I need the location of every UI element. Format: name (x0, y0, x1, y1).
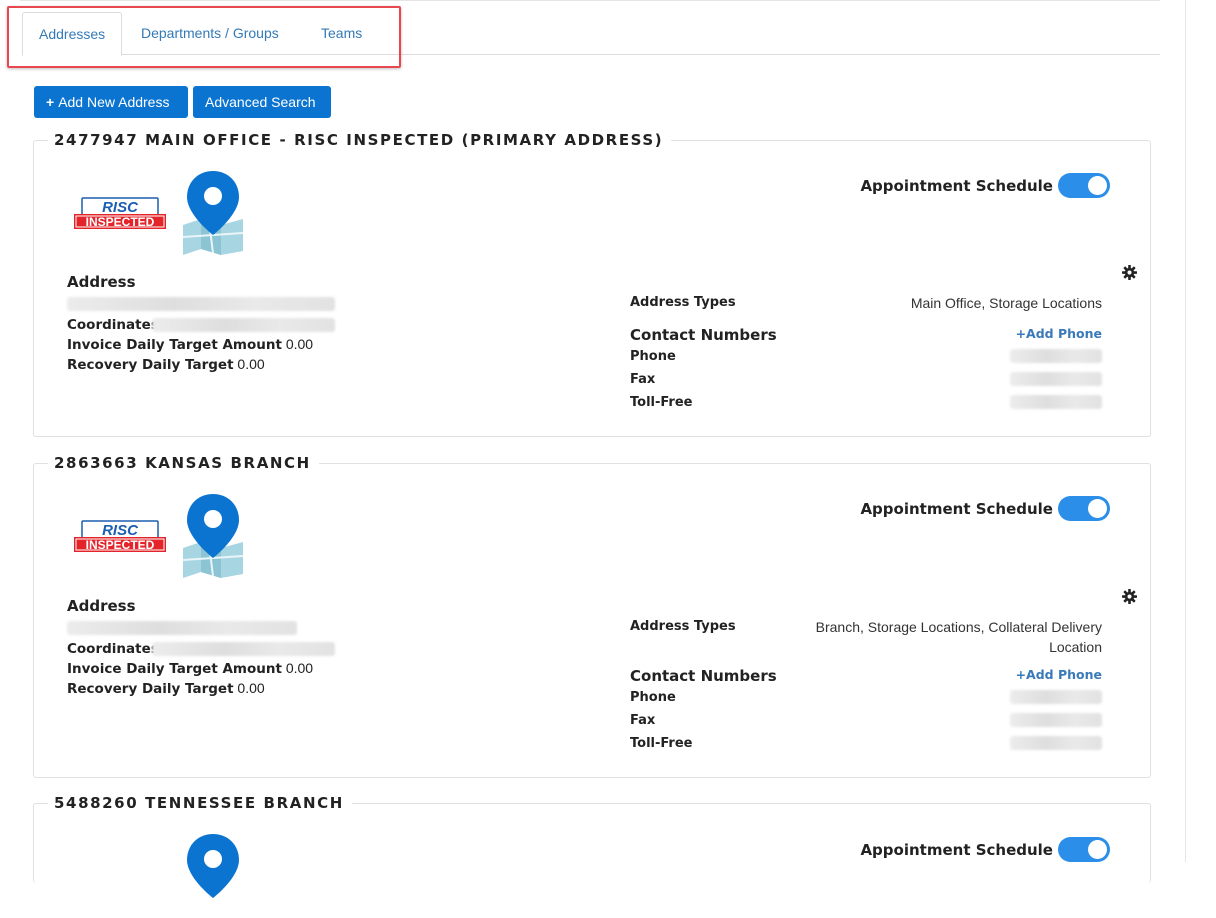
advanced-search-label: Advanced Search (205, 94, 316, 110)
address-card-title: 5488260 TENNESSEE BRANCH (48, 794, 352, 812)
address-card: 2863663 KANSAS BRANCH RISC INSPECTED App… (33, 454, 1151, 778)
toll-free-label: Toll-Free (630, 395, 693, 410)
svg-text:RISC: RISC (102, 199, 139, 216)
recovery-target-row: Recovery Daily Target 0.00 (67, 680, 265, 697)
invoice-target-row: Invoice Daily Target Amount 0.00 (67, 336, 314, 353)
phone-redacted (1010, 349, 1102, 363)
appointment-schedule-toggle[interactable] (1058, 837, 1110, 862)
coordinates-row: Coordinates (67, 317, 159, 333)
advanced-search-button[interactable]: Advanced Search (193, 86, 331, 118)
phone-redacted (1010, 690, 1102, 704)
address-label: Address (67, 273, 136, 291)
address-card-title: 2477947 MAIN OFFICE - RISC INSPECTED (PR… (48, 131, 672, 149)
address-card: 5488260 TENNESSEE BRANCH Appointment Sch… (33, 794, 1151, 898)
toggle-knob (1088, 840, 1107, 859)
fax-redacted (1010, 713, 1102, 727)
address-types-value: Main Office, Storage Locations (910, 295, 1102, 311)
map-pin-icon[interactable] (181, 492, 245, 578)
fax-label: Fax (630, 372, 656, 387)
toll-free-redacted (1010, 395, 1102, 409)
risc-inspected-logo: RISC INSPECTED (74, 197, 166, 229)
address-label: Address (67, 597, 136, 615)
map-pin-icon[interactable] (181, 832, 245, 918)
phone-label: Phone (630, 690, 676, 705)
toll-free-redacted (1010, 736, 1102, 750)
contact-numbers-heading: Contact Numbers (630, 667, 777, 685)
address-card: 2477947 MAIN OFFICE - RISC INSPECTED (PR… (33, 131, 1151, 437)
map-pin-icon[interactable] (181, 169, 245, 255)
add-new-address-label: Add New Address (58, 94, 170, 110)
tab-teams[interactable]: Teams (305, 12, 378, 55)
appointment-schedule-label: Appointment Schedule (860, 177, 1053, 195)
tab-addresses[interactable]: Addresses (22, 12, 123, 56)
plus-icon: + (46, 94, 55, 110)
gear-icon[interactable] (1122, 265, 1137, 280)
address-redacted (67, 621, 297, 635)
risc-inspected-logo: RISC INSPECTED (74, 520, 166, 552)
invoice-target-row: Invoice Daily Target Amount 0.00 (67, 660, 314, 677)
top-divider (20, 0, 1160, 1)
coordinates-redacted (152, 318, 335, 332)
add-new-address-button[interactable]: + Add New Address (34, 86, 188, 118)
svg-text:INSPECTED: INSPECTED (86, 538, 155, 552)
address-card-title: 2863663 KANSAS BRANCH (48, 454, 319, 472)
toggle-knob (1088, 499, 1107, 518)
add-phone-link[interactable]: +Add Phone (1016, 326, 1102, 341)
appointment-schedule-toggle[interactable] (1058, 496, 1110, 521)
toggle-knob (1088, 176, 1107, 195)
fax-label: Fax (630, 713, 656, 728)
coordinates-redacted (152, 642, 335, 656)
gear-icon[interactable] (1122, 589, 1137, 604)
address-types-value: Branch, Storage Locations, Collateral De… (815, 619, 1102, 655)
add-phone-link[interactable]: +Add Phone (1016, 667, 1102, 682)
svg-text:RISC: RISC (102, 522, 139, 539)
coordinates-row: Coordinates (67, 641, 159, 657)
tab-bar: Addresses Departments / Groups Teams (22, 12, 1160, 56)
fax-redacted (1010, 372, 1102, 386)
appointment-schedule-label: Appointment Schedule (860, 500, 1053, 518)
address-redacted (67, 297, 335, 311)
tab-departments-groups[interactable]: Departments / Groups (125, 12, 295, 55)
appointment-schedule-toggle[interactable] (1058, 173, 1110, 198)
right-scroll-rail (1185, 0, 1216, 862)
phone-label: Phone (630, 349, 676, 364)
appointment-schedule-label: Appointment Schedule (860, 841, 1053, 859)
address-types-label: Address Types (630, 295, 736, 310)
contact-numbers-heading: Contact Numbers (630, 326, 777, 344)
toll-free-label: Toll-Free (630, 736, 693, 751)
address-types-label: Address Types (630, 619, 736, 634)
recovery-target-row: Recovery Daily Target 0.00 (67, 356, 265, 373)
svg-text:INSPECTED: INSPECTED (86, 215, 155, 229)
